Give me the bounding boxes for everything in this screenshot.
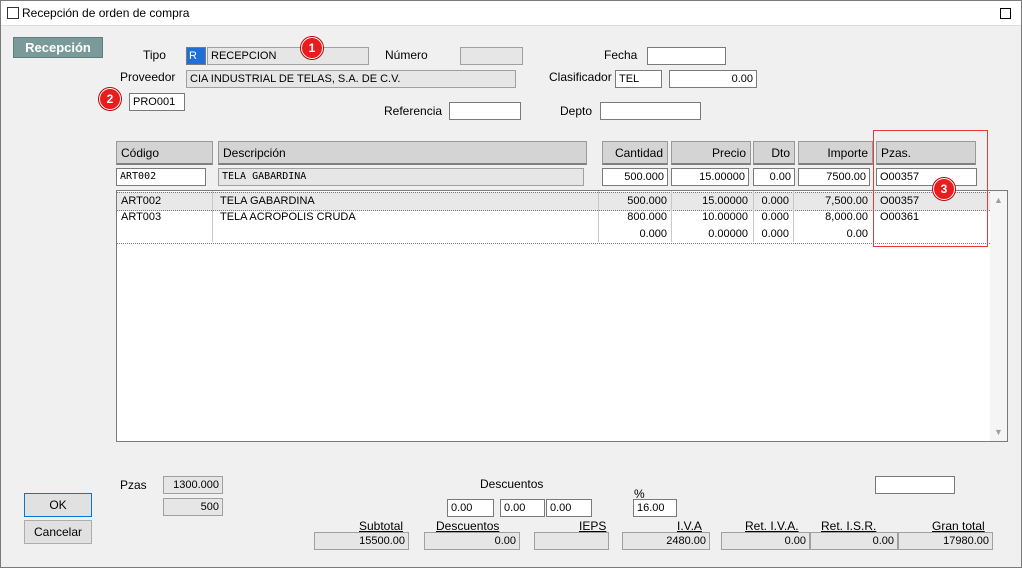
tipo-description: RECEPCION	[207, 47, 369, 65]
vertical-scrollbar[interactable]: ▲ ▼	[990, 191, 1007, 441]
entry-descripcion: TELA GABARDINA	[218, 168, 584, 186]
descuentos-total-value: 0.00	[424, 532, 520, 550]
proveedor-label: Proveedor	[120, 70, 176, 84]
referencia-input[interactable]	[449, 102, 521, 120]
entry-precio-input[interactable]: 15.00000	[671, 168, 749, 186]
clasificador-code-input[interactable]: TEL	[615, 70, 662, 88]
tipo-code-input[interactable]: R	[186, 47, 206, 65]
proveedor-code-input[interactable]: PRO001	[129, 93, 185, 111]
descuento-1-input[interactable]: 0.00	[447, 499, 494, 517]
cell-codigo: ART002	[121, 195, 162, 207]
window-title: Recepción de orden de compra	[22, 6, 190, 20]
cell-cantidad: 500.000	[627, 195, 667, 207]
column-header-descripcion[interactable]: Descripción	[218, 141, 587, 165]
cancel-button[interactable]: Cancelar	[24, 520, 92, 544]
descuento-3-input[interactable]: 0.00	[546, 499, 592, 517]
ieps-value	[534, 532, 609, 550]
cell-dto: 0.000	[761, 228, 789, 240]
proveedor-name: CIA INDUSTRIAL DE TELAS, S.A. DE C.V.	[186, 70, 516, 88]
scroll-down-icon[interactable]: ▼	[994, 427, 1003, 437]
cell-descripcion: TELA GABARDINA	[220, 195, 315, 207]
ok-button[interactable]: OK	[24, 493, 92, 517]
numero-label: Número	[385, 48, 428, 62]
annotation-badge-2: 2	[99, 88, 121, 110]
cell-descripcion: TELA ACROPOLIS CRUDA	[220, 211, 356, 223]
iva-value: 2480.00	[622, 532, 710, 550]
clasificador-label: Clasificador	[549, 70, 612, 84]
column-divider	[793, 191, 794, 242]
depto-label: Depto	[560, 104, 593, 118]
cell-cantidad: 800.000	[627, 211, 667, 223]
column-header-precio[interactable]: Precio	[671, 141, 751, 165]
cell-precio: 15.00000	[702, 195, 748, 207]
column-header-dto[interactable]: Dto	[753, 141, 795, 165]
cell-codigo	[117, 226, 212, 243]
ret-isr-label: Ret. I.S.R.	[821, 519, 877, 533]
cell-descripcion	[216, 226, 596, 243]
ieps-label: IEPS	[579, 519, 607, 533]
cell-dto: 0.000	[761, 211, 789, 223]
fecha-label: Fecha	[604, 48, 638, 62]
gran-total-label: Gran total	[932, 519, 985, 533]
entry-dto-input[interactable]: 0.00	[753, 168, 795, 186]
column-divider	[212, 191, 213, 242]
column-header-cantidad[interactable]: Cantidad	[602, 141, 668, 165]
column-divider	[753, 191, 754, 242]
pzas-count: 500	[163, 498, 223, 516]
cell-importe: 0.00	[846, 228, 868, 240]
descuentos-label: Descuentos	[480, 477, 544, 491]
tab-recepcion[interactable]: Recepción	[13, 37, 103, 58]
pzas-label: Pzas	[120, 478, 147, 492]
ret-iva-label: Ret. I.V.A.	[745, 519, 799, 533]
descuento-2-input[interactable]: 0.00	[500, 499, 545, 517]
column-divider	[671, 191, 672, 242]
entry-codigo-input[interactable]: ART002	[116, 168, 206, 186]
subtotal-value: 15500.00	[314, 532, 409, 550]
gran-total-value: 17980.00	[898, 532, 993, 550]
highlight-box	[873, 130, 988, 247]
entry-importe-input[interactable]: 7500.00	[798, 168, 870, 186]
column-header-importe[interactable]: Importe	[798, 141, 873, 165]
cell-cantidad: 0.000	[639, 228, 667, 240]
annotation-badge-1: 1	[301, 37, 323, 59]
iva-percent-input[interactable]: 16.00	[633, 499, 677, 517]
pzas-total: 1300.000	[163, 476, 223, 494]
cell-precio: 10.00000	[702, 211, 748, 223]
ret-iva-value: 0.00	[721, 532, 810, 550]
tipo-label: Tipo	[143, 48, 166, 62]
cell-importe: 8,000.00	[825, 211, 868, 223]
table-row[interactable]: 0.000 0.00000 0.000 0.00	[117, 226, 990, 244]
subtotal-label: Subtotal	[359, 519, 404, 533]
maximize-icon[interactable]	[1000, 8, 1011, 19]
extra-input[interactable]	[875, 476, 955, 494]
cell-dto: 0.000	[761, 195, 789, 207]
column-divider	[598, 191, 599, 242]
referencia-label: Referencia	[384, 104, 443, 118]
entry-cantidad-input[interactable]: 500.000	[602, 168, 668, 186]
annotation-badge-3: 3	[933, 178, 955, 200]
window-icon	[7, 7, 19, 19]
depto-input[interactable]	[600, 102, 701, 120]
descuentos-total-label: Descuentos	[436, 519, 500, 533]
fecha-input[interactable]	[647, 47, 726, 65]
clasificador-value-input[interactable]: 0.00	[669, 70, 757, 88]
numero-input[interactable]	[460, 47, 523, 65]
cell-codigo: ART003	[121, 211, 162, 223]
scroll-up-icon[interactable]: ▲	[994, 195, 1003, 205]
column-header-codigo[interactable]: Código	[116, 141, 213, 165]
ret-isr-value: 0.00	[810, 532, 898, 550]
iva-label: I.V.A	[677, 519, 702, 533]
main-window: Recepción de orden de compra Recepción T…	[0, 0, 1022, 568]
cell-importe: 7,500.00	[825, 195, 868, 207]
title-bar: Recepción de orden de compra	[1, 1, 1021, 26]
table-row[interactable]: ART003 TELA ACROPOLIS CRUDA 800.000 10.0…	[117, 209, 990, 226]
cell-precio: 0.00000	[708, 228, 748, 240]
